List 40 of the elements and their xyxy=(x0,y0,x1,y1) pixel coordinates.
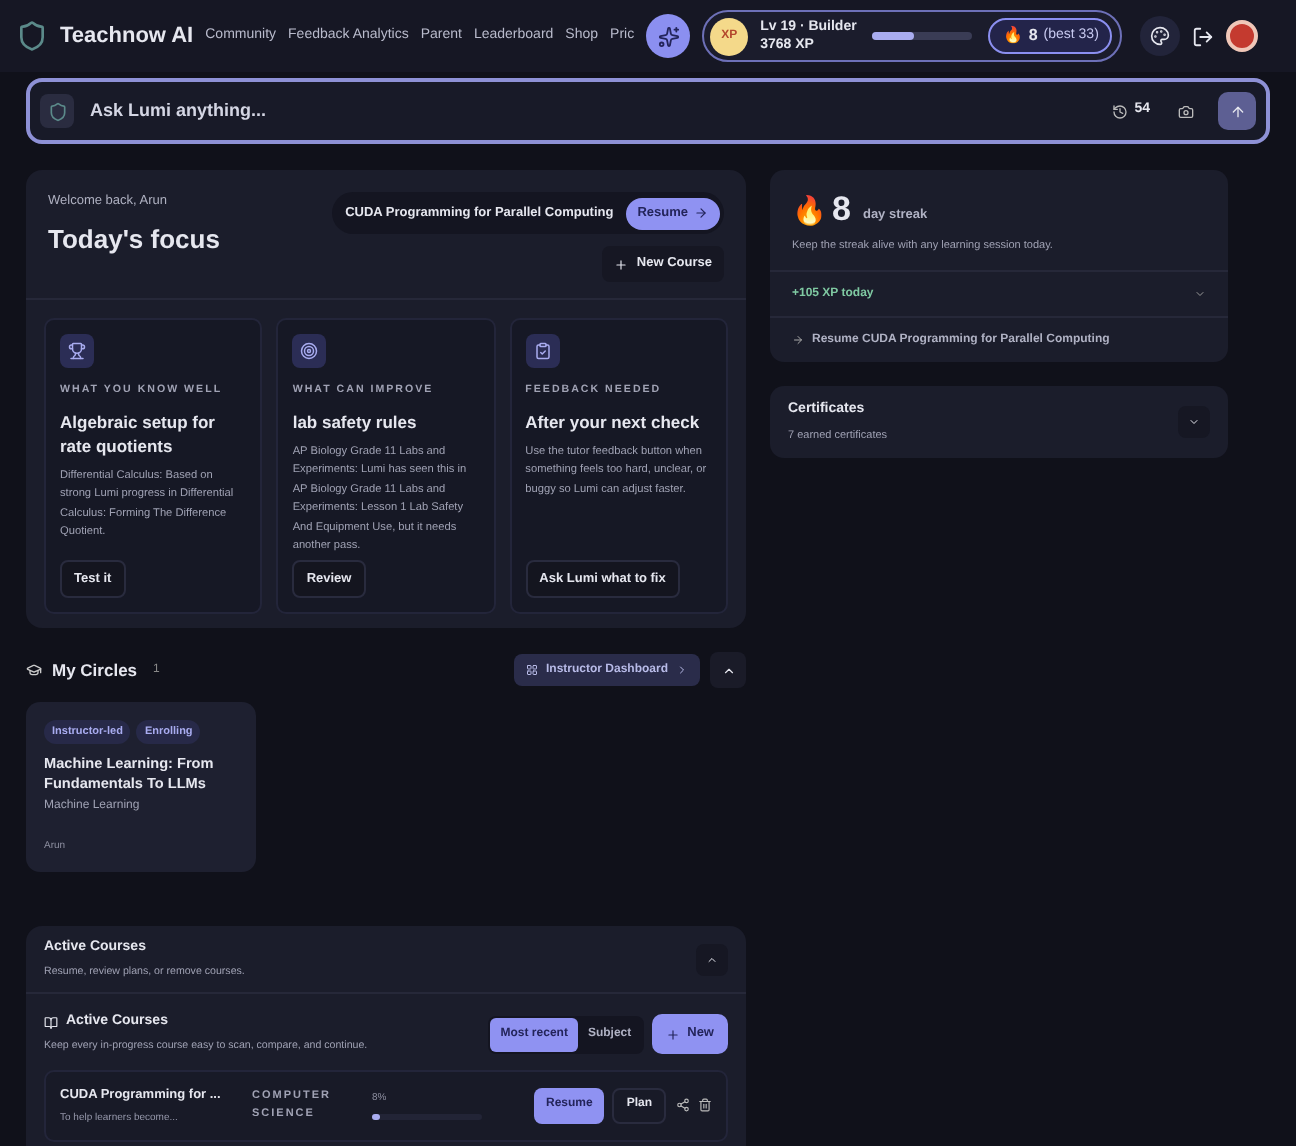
chevron-down-icon xyxy=(1194,288,1206,301)
sparkle-button[interactable] xyxy=(646,14,691,58)
palette-button[interactable] xyxy=(1140,16,1181,56)
plus-icon xyxy=(614,257,629,271)
streak-count: 8 xyxy=(1028,24,1038,48)
arrow-icon xyxy=(792,334,804,347)
shield-logo-icon xyxy=(16,20,48,52)
insight-icon xyxy=(292,334,327,368)
grid-icon xyxy=(525,664,538,676)
plus-icon xyxy=(665,1027,680,1042)
insight-title: lab safety rules xyxy=(292,409,419,434)
sparkle-icon xyxy=(657,25,680,47)
circles-title: My Circles xyxy=(52,657,138,683)
camera-icon[interactable] xyxy=(1178,103,1194,119)
insight-icon xyxy=(525,334,560,368)
shield-logo-icon xyxy=(40,94,74,128)
trash-icon[interactable] xyxy=(698,1098,712,1113)
insight-title: After your next check xyxy=(525,409,702,434)
share-icon[interactable] xyxy=(676,1098,690,1113)
book-icon xyxy=(44,1016,58,1031)
logout-icon[interactable] xyxy=(1192,25,1215,47)
focus-title: Today's focus xyxy=(48,221,220,258)
chevron-up-icon xyxy=(706,953,718,966)
brand-name[interactable]: Teachnow AI xyxy=(60,19,194,53)
arrow-up-icon xyxy=(1229,103,1245,119)
avatar[interactable] xyxy=(1226,20,1259,52)
send-button[interactable] xyxy=(1218,92,1256,130)
palette-icon xyxy=(1150,26,1171,46)
streak-number: 8 xyxy=(832,192,851,226)
chevron-down-icon xyxy=(1188,416,1200,429)
insight-icon xyxy=(60,334,94,368)
history-icon[interactable] xyxy=(1112,103,1129,119)
insight-title: Algebraic setup for rate quotients xyxy=(60,409,217,458)
graduation-cap-icon xyxy=(26,662,42,678)
chevron-icon xyxy=(676,664,688,676)
fire-icon: 🔥 xyxy=(792,194,826,226)
arrow-icon xyxy=(694,206,708,220)
ask-placeholder: Ask Lumi anything... xyxy=(90,97,269,124)
fire-icon: 🔥 xyxy=(1002,24,1023,48)
chevron-up-icon xyxy=(721,663,735,677)
